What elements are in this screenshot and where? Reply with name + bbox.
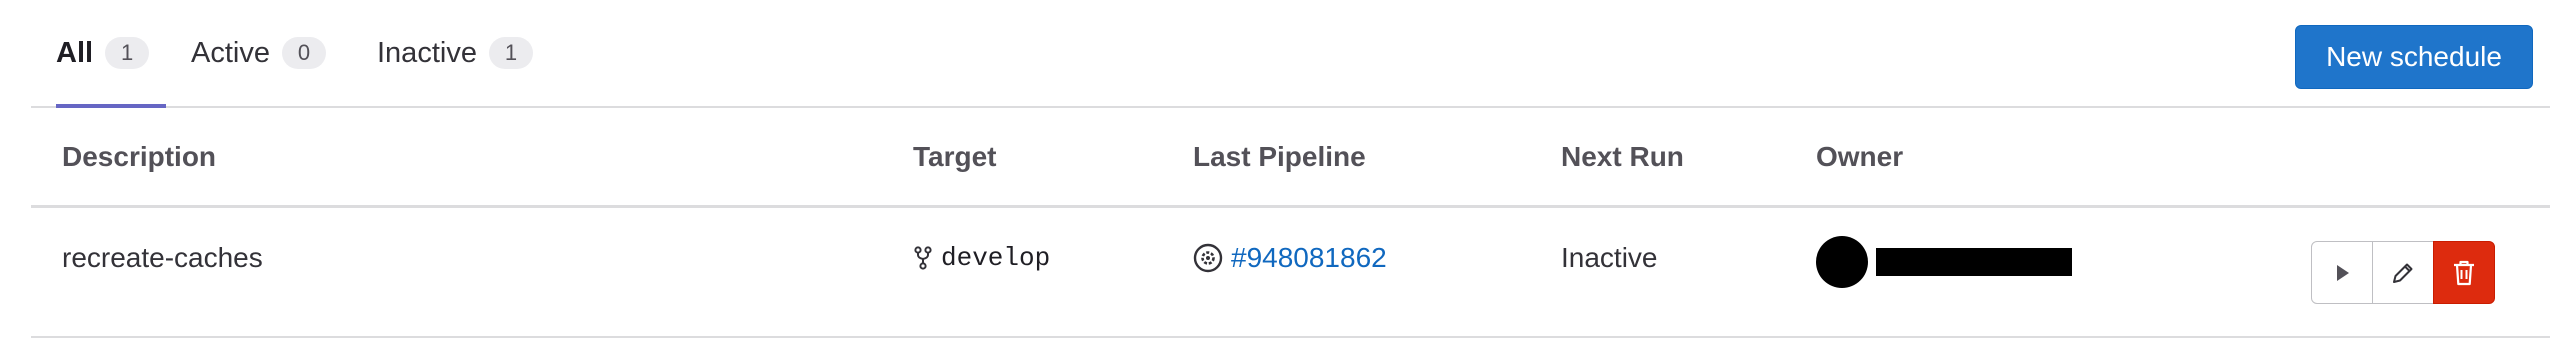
schedule-owner (1816, 235, 2072, 289)
schedule-description: recreate-caches (62, 242, 263, 273)
delete-button[interactable] (2433, 241, 2495, 304)
column-header-last-pipeline: Last Pipeline (1193, 140, 1366, 172)
tab-inactive[interactable]: Inactive 1 (377, 0, 533, 106)
tab-all-count-badge: 1 (105, 37, 150, 69)
schedule-target: develop (913, 238, 1050, 278)
schedule-tabs: All 1 Active 0 Inactive 1 (31, 0, 2550, 108)
column-header-owner: Owner (1816, 140, 1904, 172)
schedule-next-run: Inactive (1561, 242, 1658, 273)
play-button[interactable] (2311, 241, 2373, 304)
last-pipeline-link[interactable]: #948081862 (1231, 242, 1387, 274)
column-header-description: Description (62, 140, 217, 172)
status-scheduled-icon (1193, 243, 1223, 273)
tab-active-count-badge: 0 (281, 37, 326, 69)
tab-active[interactable]: Active 0 (191, 0, 326, 106)
trash-icon (2451, 259, 2477, 287)
branch-icon (913, 246, 933, 270)
pencil-icon (2390, 260, 2416, 286)
schedules-table-header: Description Target Last Pipeline Next Ru… (31, 108, 2550, 208)
table-row: recreate-caches develop #948081862 Inact… (31, 208, 2550, 338)
tab-all[interactable]: All 1 (56, 0, 166, 108)
target-branch-name: develop (941, 243, 1051, 273)
schedule-last-pipeline: #948081862 (1193, 238, 1387, 278)
play-icon (2331, 262, 2353, 284)
tab-active-label: Active (191, 36, 270, 69)
avatar[interactable] (1816, 236, 1868, 288)
column-header-next-run: Next Run (1561, 140, 1684, 172)
tab-all-label: All (56, 36, 94, 69)
edit-button[interactable] (2372, 241, 2434, 304)
tab-inactive-count-badge: 1 (488, 37, 533, 69)
schedule-actions (2311, 241, 2495, 304)
owner-name-redacted (1876, 248, 2072, 276)
column-header-target: Target (913, 140, 997, 172)
tab-inactive-label: Inactive (377, 36, 477, 69)
new-schedule-button[interactable]: New schedule (2295, 25, 2533, 89)
